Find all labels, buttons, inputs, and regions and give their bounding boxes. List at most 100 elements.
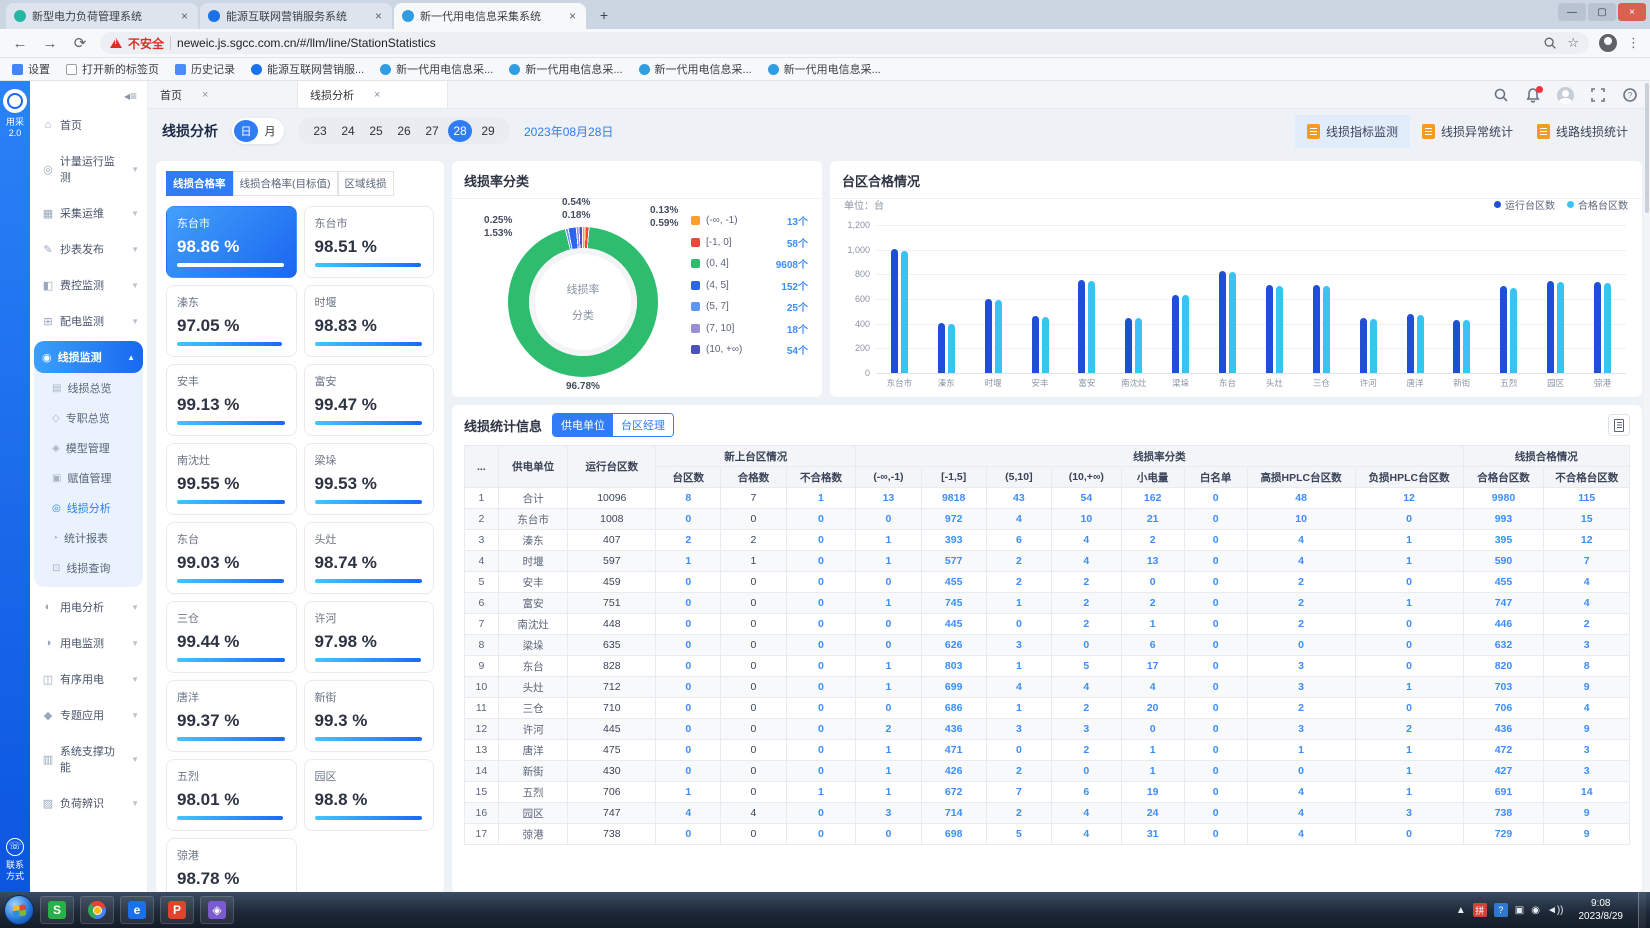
table-row[interactable]: 9东台828000180315170308208 [465, 656, 1630, 677]
table-row[interactable]: 8梁垛63500006263060006323 [465, 635, 1630, 656]
view-tab-线路线损统计[interactable]: 线路线损统计 [1525, 115, 1640, 148]
table-row[interactable]: 5安丰45900004552200204554 [465, 572, 1630, 593]
sidebar-collapse-icon[interactable]: ◂≡ [30, 85, 147, 107]
browser-menu-icon[interactable]: ⋮ [1627, 35, 1640, 51]
refresh-icon[interactable]: ⟳ [70, 34, 90, 52]
close-button[interactable]: × [1618, 3, 1646, 21]
taskbar-app-chrome[interactable] [80, 896, 114, 924]
period-option-月[interactable]: 月 [258, 120, 282, 142]
bookmark-item[interactable]: 设置 [12, 61, 50, 77]
pass-rate-card[interactable]: 弶港98.78 % [166, 838, 297, 893]
contact-block[interactable]: ☏ 联系 方式 [0, 838, 30, 883]
tray-app-icon[interactable]: 拼 [1473, 903, 1487, 917]
start-button[interactable] [4, 895, 34, 925]
maximize-button[interactable]: ▢ [1588, 3, 1616, 21]
bookmark-item[interactable]: 历史记录 [175, 61, 235, 77]
bookmark-item[interactable]: 新一代用电信息采... [509, 61, 622, 77]
pass-rate-card[interactable]: 时堰98.83 % [304, 285, 435, 357]
tray-icon[interactable]: ▣ [1515, 905, 1524, 916]
table-row[interactable]: 7南沈灶44800004450210204462 [465, 614, 1630, 635]
day-option-29[interactable]: 29 [476, 120, 500, 142]
tab-close-icon[interactable]: × [179, 9, 190, 23]
tray-help-icon[interactable]: ? [1494, 903, 1508, 917]
fullscreen-icon[interactable] [1590, 87, 1606, 103]
page-tab-首页[interactable]: 首页× [148, 81, 298, 108]
sidebar-subitem-线损总览[interactable]: ▤线损总览 [34, 373, 143, 403]
cards-tab-线损合格率[interactable]: 线损合格率 [166, 171, 233, 196]
sidebar-item-采集运维[interactable]: ▦采集运维▼ [30, 195, 147, 231]
taskbar-app-ie[interactable]: e [120, 896, 154, 924]
sidebar-item-抄表发布[interactable]: ✎抄表发布▼ [30, 231, 147, 267]
table-row[interactable]: 3溱东407220139364204139512 [465, 530, 1630, 551]
minimize-button[interactable]: — [1558, 3, 1586, 21]
user-avatar[interactable] [1557, 87, 1574, 104]
day-option-24[interactable]: 24 [336, 120, 360, 142]
table-row[interactable]: 2东台市1008000097241021010099315 [465, 509, 1630, 530]
table-row[interactable]: 10头灶71200016994440317039 [465, 677, 1630, 698]
taskbar-app-sunlogin[interactable]: S [40, 896, 74, 924]
table-row[interactable]: 12许河44500024363300324369 [465, 719, 1630, 740]
browser-tab[interactable]: 能源互联网营销服务系统× [200, 3, 392, 29]
table-row[interactable]: 1合计100968711398184354162048129980115 [465, 488, 1630, 509]
sidebar-item-费控监测[interactable]: ◧费控监测▼ [30, 267, 147, 303]
bookmark-item[interactable]: 新一代用电信息采... [768, 61, 881, 77]
sidebar-subitem-线损查询[interactable]: ⊡线损查询 [34, 553, 143, 583]
view-tab-线损指标监测[interactable]: 线损指标监测 [1295, 115, 1410, 148]
sidebar-item-配电监测[interactable]: ⊞配电监测▼ [30, 303, 147, 339]
pass-rate-card[interactable]: 安丰99.13 % [166, 364, 297, 436]
table-row[interactable]: 11三仓710000068612200207064 [465, 698, 1630, 719]
sidebar-item-负荷辨识[interactable]: ▨负荷辨识▼ [30, 785, 147, 821]
sidebar-item-线损监测[interactable]: ◉线损监测▲ [34, 341, 143, 373]
tray-icon[interactable]: ▲ [1456, 905, 1466, 916]
tab-close-icon[interactable]: × [567, 9, 578, 23]
sidebar-item-用电监测[interactable]: ◑用电监测▼ [30, 625, 147, 661]
sidebar-subitem-赋值管理[interactable]: ▣赋值管理 [34, 463, 143, 493]
sidebar-subitem-专职总览[interactable]: ◇专职总览 [34, 403, 143, 433]
sidebar-subitem-统计报表[interactable]: ◔统计报表 [34, 523, 143, 553]
bookmark-item[interactable]: 能源互联网营销服... [251, 61, 364, 77]
cards-tab-线损合格率(目标值)[interactable]: 线损合格率(目标值) [233, 171, 338, 196]
pass-rate-card[interactable]: 梁垛99.53 % [304, 443, 435, 515]
profile-avatar[interactable] [1599, 34, 1617, 52]
page-tab-线损分析[interactable]: 线损分析× [298, 81, 448, 108]
pass-rate-card[interactable]: 南沈灶99.55 % [166, 443, 297, 515]
bookmark-item[interactable]: 新一代用电信息采... [380, 61, 493, 77]
period-option-日[interactable]: 日 [234, 120, 258, 142]
page-tab-close-icon[interactable]: × [374, 89, 380, 101]
table-row[interactable]: 13唐洋47500014710210114723 [465, 740, 1630, 761]
notification-bell-icon[interactable] [1525, 87, 1541, 103]
pass-rate-card[interactable]: 许河97.98 % [304, 601, 435, 673]
sidebar-item-专题应用[interactable]: ◆专题应用▼ [30, 697, 147, 733]
pass-rate-card[interactable]: 东台99.03 % [166, 522, 297, 594]
tab-close-icon[interactable]: × [373, 9, 384, 23]
table-row[interactable]: 6富安75100017451220217474 [465, 593, 1630, 614]
pass-rate-card[interactable]: 五烈98.01 % [166, 759, 297, 831]
address-bar[interactable]: 不安全 neweic.js.sgcc.com.cn/#/llm/line/Sta… [100, 32, 1589, 54]
pass-rate-card[interactable]: 园区98.8 % [304, 759, 435, 831]
tray-icon[interactable]: ◉ [1531, 905, 1540, 916]
sidebar-item-系统支撑功能[interactable]: ▥系统支撑功能▼ [30, 733, 147, 785]
bookmark-item[interactable]: 打开新的标签页 [66, 61, 159, 77]
table-toggle-台区经理[interactable]: 台区经理 [613, 414, 673, 436]
search-icon[interactable] [1493, 87, 1509, 103]
browser-tab[interactable]: 新一代用电信息采集系统× [394, 3, 586, 29]
sidebar-subitem-模型管理[interactable]: ◈模型管理 [34, 433, 143, 463]
pass-rate-card[interactable]: 唐洋99.37 % [166, 680, 297, 752]
day-option-27[interactable]: 27 [420, 120, 444, 142]
table-row[interactable]: 15五烈7061011672761904169114 [465, 782, 1630, 803]
scrollbar-thumb[interactable] [1645, 83, 1649, 213]
sidebar-item-计量运行监测[interactable]: ◎计量运行监测▼ [30, 143, 147, 195]
taskbar-clock[interactable]: 9:08 2023/8/29 [1571, 897, 1632, 923]
view-tab-线损异常统计[interactable]: 线损异常统计 [1410, 115, 1525, 148]
page-tab-close-icon[interactable]: × [202, 89, 208, 101]
table-row[interactable]: 17弶港738000069854310407299 [465, 824, 1630, 845]
pass-rate-card[interactable]: 头灶98.74 % [304, 522, 435, 594]
pass-rate-card[interactable]: 溱东97.05 % [166, 285, 297, 357]
day-option-25[interactable]: 25 [364, 120, 388, 142]
sidebar-item-用电分析[interactable]: ◐用电分析▼ [30, 589, 147, 625]
help-icon[interactable]: ? [1622, 87, 1638, 103]
pass-rate-card[interactable]: 三仓99.44 % [166, 601, 297, 673]
pass-rate-card[interactable]: 东台市98.51 % [304, 206, 435, 278]
period-toggle[interactable]: 日月 [232, 118, 284, 144]
day-option-23[interactable]: 23 [308, 120, 332, 142]
